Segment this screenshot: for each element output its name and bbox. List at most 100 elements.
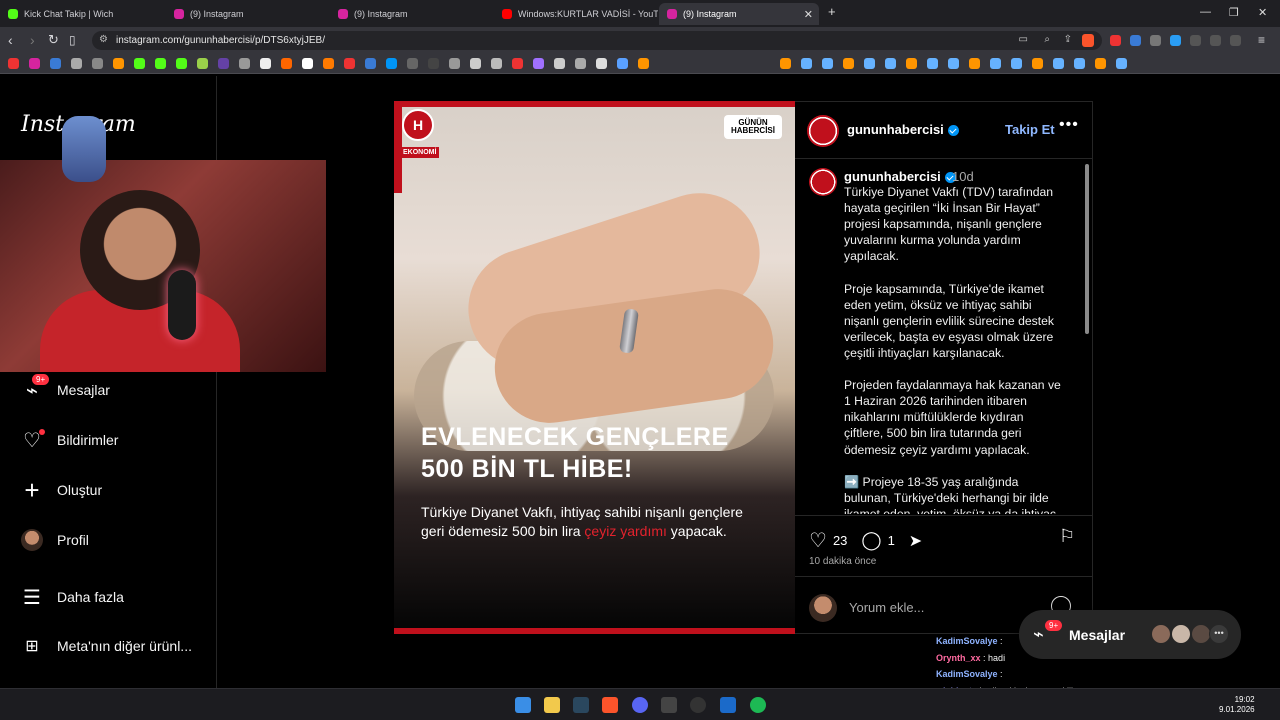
extensions-puzzle-icon[interactable] <box>1210 35 1221 46</box>
bookmark-favicon-icon[interactable] <box>386 58 397 69</box>
browser-tab[interactable]: (9) Instagram <box>330 3 492 25</box>
bookmark-favicon-icon[interactable] <box>780 58 791 69</box>
back-icon[interactable]: ‹ <box>8 32 13 48</box>
app-icon[interactable] <box>661 697 677 713</box>
sidebar-toggle-icon[interactable] <box>1230 35 1241 46</box>
bookmark-favicon-icon[interactable] <box>801 58 812 69</box>
post-image[interactable]: H EKONOMİ GÜNÜN HABERCİSİ EVLENECEK GENÇ… <box>394 101 795 634</box>
spotify-icon[interactable] <box>750 697 766 713</box>
bookmark-favicon-icon[interactable] <box>969 58 980 69</box>
zoom-icon[interactable]: ⌕ <box>1044 34 1050 45</box>
caption-scrollbar[interactable] <box>1085 164 1089 334</box>
browser-tab[interactable]: (9) Instagram <box>166 3 328 25</box>
bookmark-favicon-icon[interactable] <box>50 58 61 69</box>
bookmark-favicon-icon[interactable] <box>927 58 938 69</box>
bookmark-favicon-icon[interactable] <box>134 58 145 69</box>
bookmark-favicon-icon[interactable] <box>449 58 460 69</box>
follow-button[interactable]: Takip Et <box>1005 122 1055 137</box>
bookmark-favicon-icon[interactable] <box>554 58 565 69</box>
discord-icon[interactable] <box>632 697 648 713</box>
obs-icon[interactable] <box>690 697 706 713</box>
caption-author[interactable]: gununhabercisi <box>844 169 956 184</box>
share-icon[interactable]: ⇪ <box>1064 34 1072 45</box>
comment-button[interactable]: ◯ 1 <box>861 530 894 551</box>
bookmark-favicon-icon[interactable] <box>71 58 82 69</box>
sidebar-item-profile[interactable]: Profil <box>20 528 89 552</box>
browser-tab[interactable]: Windows:KURTLAR VADİSİ - YouTube <box>494 3 658 25</box>
save-bookmark-icon[interactable]: ⚐ <box>1059 526 1075 547</box>
sidebar-item-messages[interactable]: ⌁ 9+ Mesajlar <box>20 374 110 402</box>
bookmark-favicon-icon[interactable] <box>1095 58 1106 69</box>
file-explorer-icon[interactable] <box>544 697 560 713</box>
bookmark-favicon-icon[interactable] <box>885 58 896 69</box>
bookmark-favicon-icon[interactable] <box>8 58 19 69</box>
windows-start-icon[interactable] <box>515 697 531 713</box>
bookmark-favicon-icon[interactable] <box>990 58 1001 69</box>
bookmark-favicon-icon[interactable] <box>491 58 502 69</box>
site-info-icon[interactable]: ⚙ <box>99 34 108 45</box>
forward-icon[interactable]: › <box>30 32 35 48</box>
system-clock[interactable]: 19:02 9.01.2026 <box>1219 695 1255 715</box>
bookmark-favicon-icon[interactable] <box>1074 58 1085 69</box>
bookmark-favicon-icon[interactable] <box>113 58 124 69</box>
brave-icon[interactable] <box>602 697 618 713</box>
sidebar-item-meta[interactable]: ⊞ Meta'nın diğer ürünl... <box>20 634 192 658</box>
steam-icon[interactable] <box>573 697 589 713</box>
sidebar-item-more[interactable]: ☰ Daha fazla <box>20 585 124 609</box>
bookmark-favicon-icon[interactable] <box>302 58 313 69</box>
extension-icon[interactable] <box>1170 35 1181 46</box>
browser-menu-icon[interactable]: ≡ <box>1258 32 1265 48</box>
bookmark-favicon-icon[interactable] <box>281 58 292 69</box>
bookmark-favicon-icon[interactable] <box>617 58 628 69</box>
comment-input[interactable]: Yorum ekle... <box>849 600 924 615</box>
bookmark-favicon-icon[interactable] <box>344 58 355 69</box>
bookmark-favicon-icon[interactable] <box>533 58 544 69</box>
bookmark-favicon-icon[interactable] <box>1053 58 1064 69</box>
bookmark-favicon-icon[interactable] <box>155 58 166 69</box>
url-field[interactable]: ⚙ instagram.com/gununhabercisi/p/DTS6xty… <box>92 31 1102 50</box>
new-tab-button[interactable]: + <box>828 4 836 19</box>
sidebar-item-create[interactable]: + Oluştur <box>20 475 102 505</box>
bookmark-favicon-icon[interactable] <box>407 58 418 69</box>
extension-icon[interactable] <box>1150 35 1161 46</box>
app-icon[interactable] <box>720 697 736 713</box>
bookmark-favicon-icon[interactable] <box>843 58 854 69</box>
bookmark-favicon-icon[interactable] <box>596 58 607 69</box>
reload-icon[interactable]: ↻ <box>48 32 59 48</box>
close-window-icon[interactable]: ✕ <box>1258 6 1267 19</box>
bookmark-favicon-icon[interactable] <box>948 58 959 69</box>
bookmark-favicon-icon[interactable] <box>92 58 103 69</box>
browser-tab[interactable]: Kick Chat Takip | Wich <box>0 3 164 25</box>
bookmark-favicon-icon[interactable] <box>365 58 376 69</box>
like-button[interactable]: ♡ 23 <box>809 528 847 553</box>
bookmark-favicon-icon[interactable] <box>1011 58 1022 69</box>
bookmark-favicon-icon[interactable] <box>260 58 271 69</box>
bookmark-favicon-icon[interactable] <box>29 58 40 69</box>
bookmark-favicon-icon[interactable] <box>638 58 649 69</box>
close-tab-icon[interactable]: ✕ <box>804 8 813 21</box>
bookmark-favicon-icon[interactable] <box>428 58 439 69</box>
bookmark-favicon-icon[interactable] <box>197 58 208 69</box>
bookmark-favicon-icon[interactable] <box>323 58 334 69</box>
brave-shield-icon[interactable] <box>1082 34 1094 47</box>
extension-icon[interactable] <box>1130 35 1141 46</box>
minimize-icon[interactable]: — <box>1200 6 1211 18</box>
bookmark-favicon-icon[interactable] <box>906 58 917 69</box>
bookmark-favicon-icon[interactable] <box>1032 58 1043 69</box>
bookmark-favicon-icon[interactable] <box>470 58 481 69</box>
account-avatar[interactable] <box>807 115 839 147</box>
bookmark-favicon-icon[interactable] <box>512 58 523 69</box>
maximize-icon[interactable]: ❐ <box>1229 6 1239 19</box>
caption-avatar[interactable] <box>809 168 837 196</box>
bookmark-favicon-icon[interactable] <box>822 58 833 69</box>
more-options-icon[interactable]: ••• <box>1059 116 1079 134</box>
bookmark-favicon-icon[interactable] <box>1116 58 1127 69</box>
bookmark-favicon-icon[interactable] <box>176 58 187 69</box>
cast-icon[interactable]: ▭ <box>1019 34 1028 45</box>
extension-icon[interactable] <box>1110 35 1121 46</box>
browser-tab-active[interactable]: (9) Instagram ✕ <box>659 3 819 25</box>
bookmark-favicon-icon[interactable] <box>239 58 250 69</box>
sidebar-item-notifications[interactable]: ♡ Bildirimler <box>20 428 118 452</box>
bookmark-favicon-icon[interactable] <box>575 58 586 69</box>
extension-icon[interactable] <box>1190 35 1201 46</box>
